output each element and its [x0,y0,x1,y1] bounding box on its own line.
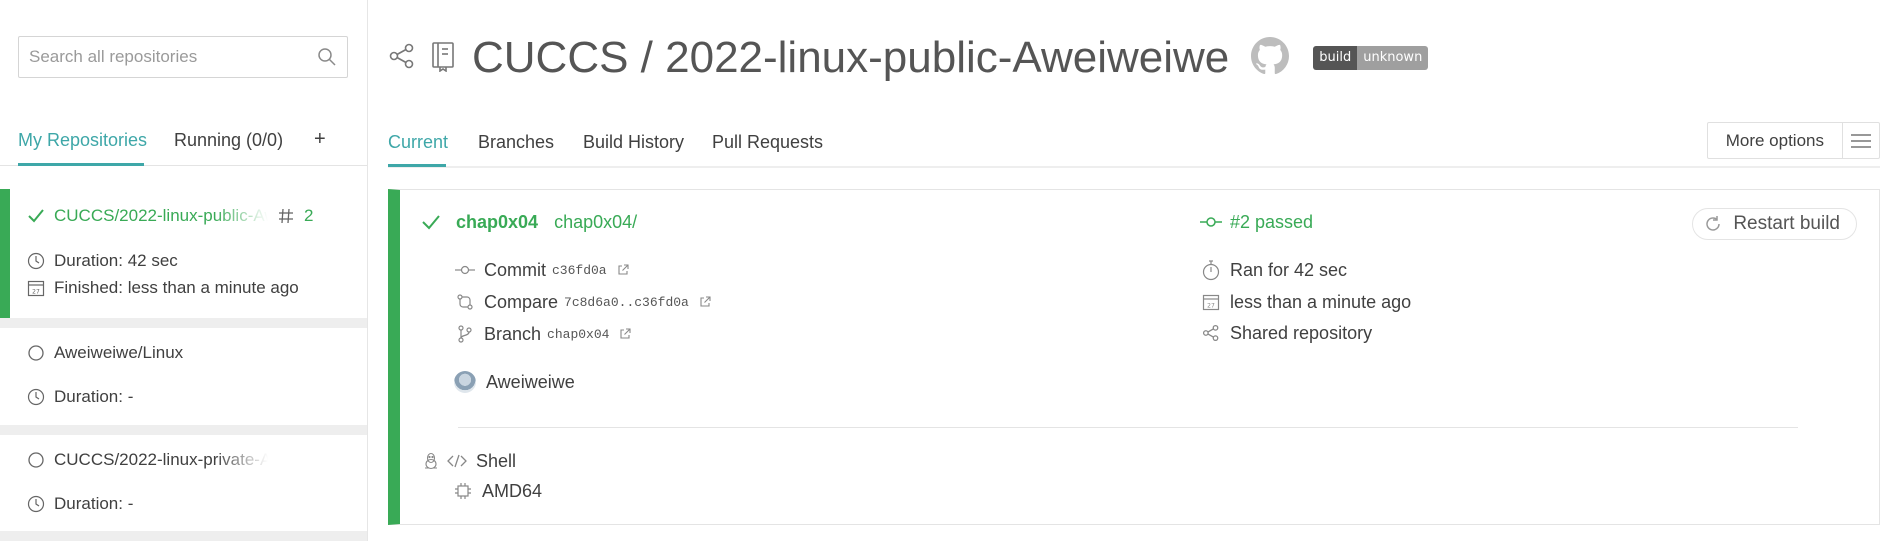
hamburger-menu-icon[interactable] [1843,123,1879,158]
share-icon [1200,322,1222,344]
repo-duration: Duration: - [54,494,134,513]
branch-value-link[interactable]: chap0x04 [547,327,609,342]
search-icon[interactable] [317,47,337,72]
search-box [18,36,348,78]
commit-icon [454,259,476,281]
svg-text:27: 27 [1207,303,1215,310]
restart-build-button[interactable]: Restart build [1692,208,1857,240]
linux-icon [422,450,440,472]
repo-finished: Finished: less than a minute ago [54,278,299,297]
repo-header: CUCCS / 2022-linux-public-Aweiweiwe buil… [388,28,1429,88]
commit-icon [1200,211,1222,233]
sidebar: My Repositories Running (0/0) + CUCCS/20… [0,0,368,541]
hash-icon [276,206,296,226]
active-tab-underline [388,164,446,167]
finished-time: less than a minute ago [1230,291,1412,312]
add-repository-button[interactable]: + [314,128,326,151]
travis-ci-app: My Repositories Running (0/0) + CUCCS/20… [0,0,1900,541]
repo-item-cuccs-public[interactable]: CUCCS/2022-linux-public-Aweiweiwe 2 Dura… [0,189,367,328]
stopwatch-icon [1200,259,1222,281]
sidebar-tabs: My Repositories Running (0/0) + [0,118,367,166]
code-icon [446,450,468,472]
author-name: Aweiweiwe [486,371,575,392]
calendar-icon: 27 [26,278,46,298]
commit-label: Commit [484,259,546,280]
divider [458,427,1798,428]
page-title: CUCCS / 2022-linux-public-Aweiweiwe [472,33,1230,82]
restart-icon [1703,214,1723,234]
clock-icon [26,387,46,407]
external-link-icon[interactable] [619,328,632,340]
search-input[interactable] [19,37,299,77]
compare-range-link[interactable]: 7c8d6a0..c36fd0a [564,295,689,310]
architecture: AMD64 [482,480,543,501]
shared-repository: Shared repository [1230,322,1373,343]
current-build-card: chap0x04 chap0x04/ #2 passed Restart bui… [388,189,1880,525]
build-status-badge[interactable]: build unknown [1313,46,1429,70]
branch-label: Branch [484,323,542,344]
language: Shell [476,450,517,471]
build-status-link[interactable]: #2 passed [1230,212,1313,233]
active-tab-underline [18,163,144,166]
svg-text:27: 27 [32,289,40,296]
tab-build-history[interactable]: Build History [583,132,684,153]
repo-name-link[interactable]: CUCCS/2022-linux-private-Aweiweiwe [54,450,268,470]
tab-pull-requests[interactable]: Pull Requests [712,132,823,153]
main-tabs: Current Branches Build History Pull Requ… [388,120,1880,168]
repo-name-link[interactable]: CUCCS/2022-linux-public-Aweiweiwe [54,206,268,226]
repo-duration: Duration: 42 sec [54,251,178,270]
more-options-label: More options [1708,123,1843,158]
circle-icon [26,343,46,363]
more-options-button[interactable]: More options [1706,122,1880,159]
branch-icon [454,323,476,345]
badge-value: unknown [1357,46,1429,70]
repo-icon [430,40,458,77]
tab-branches[interactable]: Branches [478,132,554,153]
build-branch-link[interactable]: chap0x04 [456,212,538,233]
badge-label: build [1313,46,1358,70]
build-number[interactable]: 2 [304,206,313,226]
compare-label: Compare [484,291,559,312]
passed-status-bar [0,189,10,318]
external-link-icon[interactable] [617,264,629,276]
tab-running[interactable]: Running (0/0) [174,130,283,151]
repo-duration: Duration: - [54,387,134,406]
check-icon [26,206,46,226]
cpu-icon [452,480,474,502]
tab-current[interactable]: Current [388,132,448,153]
ran-for: Ran for 42 sec [1230,259,1348,280]
tab-my-repositories[interactable]: My Repositories [18,130,147,151]
repo-item-cuccs-private[interactable]: CUCCS/2022-linux-private-Aweiweiwe Durat… [0,435,367,541]
share-icon[interactable] [388,42,416,75]
commit-message: chap0x04/ [554,211,638,232]
calendar-icon: 27 [1200,291,1222,313]
github-icon[interactable] [1251,36,1290,80]
author-avatar [454,371,476,393]
repo-item-aweiweiwe-linux[interactable]: Aweiweiwe/Linux Duration: - [0,328,367,435]
check-icon [420,211,442,233]
compare-icon [454,291,476,313]
external-link-icon[interactable] [699,296,711,308]
restart-build-label: Restart build [1733,213,1840,234]
commit-sha-link[interactable]: c36fd0a [552,263,607,278]
circle-icon [26,450,46,470]
repo-name-link[interactable]: Aweiweiwe/Linux [54,343,183,363]
clock-icon [26,494,46,514]
clock-icon [26,251,46,271]
